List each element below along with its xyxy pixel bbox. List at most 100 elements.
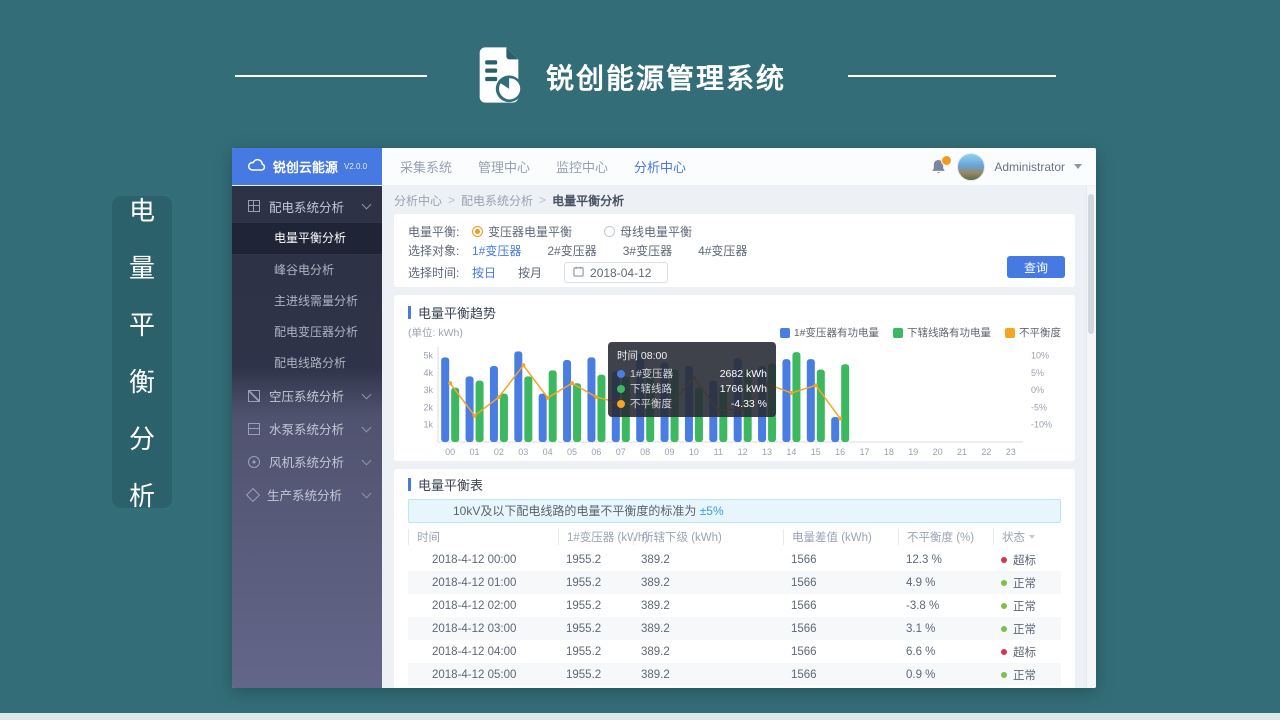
- filter-option[interactable]: 按月: [518, 264, 542, 281]
- breadcrumb-item[interactable]: 配电系统分析: [461, 192, 533, 209]
- table-row[interactable]: 2018-4-12 00:001955.2389.2156612.3 %超标: [408, 548, 1061, 571]
- svg-text:2k: 2k: [423, 402, 433, 412]
- factory-icon: [246, 487, 260, 501]
- status-cell: 超标: [993, 644, 1061, 660]
- sort-caret-icon[interactable]: [1029, 535, 1035, 539]
- sidebar-item[interactable]: 配电变压器分析: [232, 317, 382, 348]
- sidebar-group[interactable]: 风机系统分析: [232, 445, 382, 478]
- table-section-title: 电量平衡表: [418, 475, 483, 494]
- time-modes: 按日 按月: [472, 264, 564, 281]
- table-row[interactable]: 2018-4-12 04:001955.2389.215666.6 %超标: [408, 640, 1061, 663]
- app-logo[interactable]: 锐创云能源 V2.0.0: [232, 148, 382, 185]
- svg-text:05: 05: [567, 447, 577, 457]
- status-dot-icon: [1001, 672, 1007, 678]
- content: 分析中心>配电系统分析>电量平衡分析 电量平衡: 变压器电量平衡母线电量平衡 选…: [382, 186, 1096, 688]
- balance-trend-chart[interactable]: 1k2k3k4k5k-10%-5%0%5%10%0001020304050607…: [408, 342, 1061, 465]
- date-value: 2018-04-12: [590, 266, 651, 280]
- table-cell: -3.8 %: [898, 600, 993, 612]
- tooltip-row: 下辖线路1766 kWh: [617, 381, 767, 396]
- legend-label: 不平衡度: [1019, 325, 1061, 340]
- svg-text:16: 16: [835, 447, 845, 457]
- sidebar-group[interactable]: 水泵系统分析: [232, 412, 382, 445]
- filter-option[interactable]: 母线电量平衡: [604, 223, 692, 240]
- sidebar-item[interactable]: 电量平衡分析: [232, 222, 382, 255]
- tooltip-row: 不平衡度-4.33 %: [617, 396, 767, 411]
- app-navbar: 锐创云能源 V2.0.0 采集系统 管理中心 监控中心 分析中心 Administra…: [232, 148, 1096, 186]
- legend-label: 下辖线路有功电量: [907, 325, 991, 340]
- table-header-cell[interactable]: 状态: [993, 529, 1061, 545]
- tooltip-series-dot: [617, 370, 625, 378]
- nav-item[interactable]: 管理中心: [478, 157, 530, 176]
- time-filter-label: 选择时间:: [408, 264, 472, 281]
- sidebar-item[interactable]: 配电线路分析: [232, 348, 382, 379]
- tooltip-rows: 1#变压器2682 kWh下辖线路1766 kWh不平衡度-4.33 %: [617, 366, 767, 411]
- user-name[interactable]: Administrator: [994, 160, 1065, 174]
- svg-text:06: 06: [591, 447, 601, 457]
- sidebar-item[interactable]: 峰谷电分析: [232, 255, 382, 286]
- table-cell: 389.2: [633, 577, 783, 589]
- object-options: 1#变压器 2#变压器 3#变压器 4#变压器: [472, 242, 773, 259]
- header-divider-right: [848, 75, 1056, 77]
- sidebar-group[interactable]: 空压系统分析: [232, 379, 382, 412]
- tooltip-row: 1#变压器2682 kWh: [617, 366, 767, 381]
- svg-text:18: 18: [884, 447, 894, 457]
- scrollbar-thumb[interactable]: [1088, 194, 1094, 334]
- table-cell: 1955.2: [558, 554, 633, 566]
- avatar[interactable]: [957, 153, 985, 181]
- sidebar-item[interactable]: 主进线需量分析: [232, 286, 382, 317]
- side-tag-char: 析: [129, 476, 155, 513]
- table-cell: 2018-4-12 04:00: [408, 646, 558, 658]
- notice-text: 10kV及以下配电线路的电量不平衡度的标准为: [453, 504, 700, 518]
- table-cell: 2018-4-12 02:00: [408, 600, 558, 612]
- filter-option[interactable]: 3#变压器: [623, 242, 672, 259]
- legend-item[interactable]: 下辖线路有功电量: [893, 325, 991, 340]
- table-cell: 1955.2: [558, 669, 633, 681]
- legend-item[interactable]: 1#变压器有功电量: [780, 325, 879, 340]
- sidebar-group[interactable]: 生产系统分析: [232, 478, 382, 511]
- svg-text:11: 11: [714, 447, 723, 457]
- table-row[interactable]: 2018-4-12 06:001955.2389.215662.7 %正常: [408, 686, 1061, 688]
- table-row[interactable]: 2018-4-12 02:001955.2389.21566-3.8 %正常: [408, 594, 1061, 617]
- date-picker[interactable]: 2018-04-12: [564, 262, 668, 283]
- filter-option[interactable]: 1#变压器: [472, 242, 521, 259]
- notification-badge: [941, 155, 952, 166]
- content-scrollbar[interactable]: [1086, 186, 1096, 688]
- breadcrumb-item[interactable]: 分析中心: [394, 192, 442, 209]
- status-label: 正常: [1013, 667, 1036, 683]
- table-row[interactable]: 2018-4-12 03:001955.2389.215663.1 %正常: [408, 617, 1061, 640]
- nav-item[interactable]: 监控中心: [556, 157, 608, 176]
- filter-option[interactable]: 4#变压器: [698, 242, 747, 259]
- table-cell: 1566: [783, 600, 898, 612]
- filter-option[interactable]: 变压器电量平衡: [472, 223, 572, 240]
- chart-section-title: 电量平衡趋势: [418, 303, 496, 322]
- nav-item[interactable]: 分析中心: [634, 157, 686, 176]
- table-row[interactable]: 2018-4-12 05:001955.2389.215660.9 %正常: [408, 663, 1061, 686]
- sidebar-group[interactable]: 配电系统分析: [232, 190, 382, 222]
- filter-option[interactable]: 按日: [472, 264, 496, 281]
- column-label: 所辖下级 (kWh): [642, 529, 722, 545]
- chart-tooltip: 时间 08:00 1#变压器2682 kWh下辖线路1766 kWh不平衡度-4…: [608, 342, 776, 417]
- status-dot-icon: [1001, 557, 1007, 563]
- notice-highlight: ±5%: [700, 504, 724, 518]
- table-cell: 389.2: [633, 646, 783, 658]
- tooltip-series-name: 1#变压器: [630, 366, 673, 381]
- slide-bottom-strip: [0, 713, 1280, 720]
- svg-text:04: 04: [543, 447, 553, 457]
- side-tag-char: 衡: [129, 362, 155, 399]
- chevron-down-icon[interactable]: [1074, 164, 1082, 169]
- nav-item[interactable]: 采集系统: [400, 157, 452, 176]
- object-filter-label: 选择对象:: [408, 242, 472, 259]
- legend-item[interactable]: 不平衡度: [1005, 325, 1061, 340]
- section-accent-bar: [408, 306, 411, 319]
- chevron-down-icon: [362, 200, 372, 210]
- side-tag-char: 平: [129, 305, 155, 342]
- chart-panel: 电量平衡趋势 (单位: kWh) 1#变压器有功电量下辖线路有功电量不平衡度 1…: [394, 295, 1075, 461]
- tooltip-series-dot: [617, 400, 625, 408]
- notification-bell-icon[interactable]: [931, 158, 948, 176]
- filter-panel: 电量平衡: 变压器电量平衡母线电量平衡 选择对象: 1#变压器2#变压器3#变压…: [394, 214, 1075, 287]
- query-button[interactable]: 查询: [1007, 256, 1065, 278]
- filter-option[interactable]: 2#变压器: [547, 242, 596, 259]
- table-row[interactable]: 2018-4-12 01:001955.2389.215664.9 %正常: [408, 571, 1061, 594]
- table-header-cell: 不平衡度 (%): [898, 529, 993, 545]
- svg-text:5k: 5k: [423, 351, 433, 361]
